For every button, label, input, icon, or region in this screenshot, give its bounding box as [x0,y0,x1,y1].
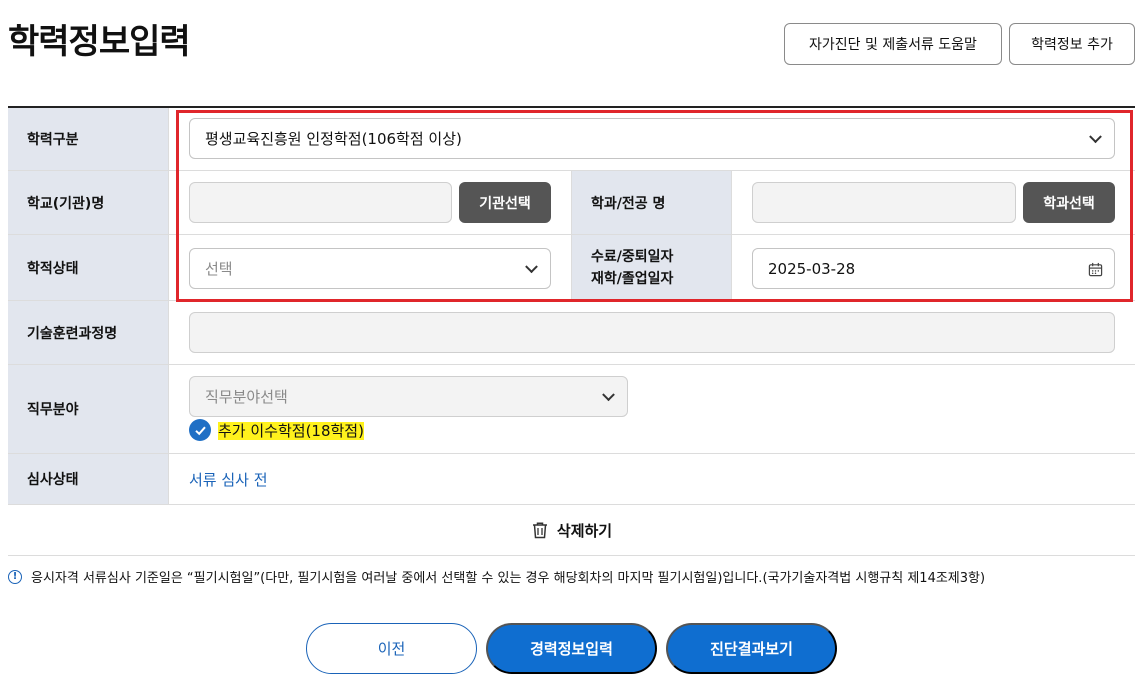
date-input[interactable]: 2025-03-28 [752,248,1115,289]
school-row: 학교(기관)명 기관선택 학과/전공 명 학과선택 [8,171,1135,235]
job-field-select[interactable]: 직무분야선택 [189,376,628,417]
trash-icon [532,522,547,539]
extra-credit-label: 추가 이수학점(18학점) [218,420,364,441]
major-name-input[interactable] [752,182,1016,223]
school-label: 학교(기관)명 [8,171,169,234]
status-row: 학적상태 선택 수료/중퇴일자 재학/졸업일자 2025-03-28 [8,235,1135,301]
education-type-label: 학력구분 [8,108,169,170]
review-row: 심사상태 [8,454,1135,505]
chevron-down-icon [1089,129,1102,143]
major-label: 학과/전공 명 [571,171,732,234]
status-select[interactable]: 선택 [189,248,551,289]
delete-label: 삭제하기 [556,521,613,540]
date-label: 수료/중퇴일자 재학/졸업일자 [571,235,732,300]
calendar-icon[interactable] [1088,262,1103,277]
status-placeholder: 선택 [205,260,233,278]
page-title: 학력정보입력 [8,22,191,62]
notice: ! 응시자격 서류심사 기준일은 “필기시험일”(다만, 필기시험을 여러날 중… [8,567,985,586]
diagnosis-result-button[interactable]: 진단결과보기 [666,623,837,674]
education-type-select[interactable]: 평생교육진흥원 인정학점(106학점 이상) [189,118,1115,159]
review-status-value: 서류 심사 전 [189,471,268,489]
education-form: 학력구분 평생교육진흥원 인정학점(106학점 이상) 학교(기관)명 기관선택… [8,106,1135,505]
education-type-row: 학력구분 평생교육진흥원 인정학점(106학점 이상) [8,108,1135,171]
extra-credit-checkbox[interactable]: 추가 이수학점(18학점) [189,419,364,441]
info-icon: ! [8,569,22,584]
select-major-button[interactable]: 학과선택 [1023,182,1115,223]
status-label: 학적상태 [8,235,169,300]
date-value: 2025-03-28 [768,259,856,278]
date-label-line2: 재학/졸업일자 [591,270,674,287]
job-field-placeholder: 직무분야선택 [205,388,288,406]
notice-text: 응시자격 서류심사 기준일은 “필기시험일”(다만, 필기시험을 여러날 중에서… [31,571,986,586]
career-info-button[interactable]: 경력정보입력 [486,623,657,674]
select-institution-button[interactable]: 기관선택 [459,182,551,223]
help-button[interactable]: 자가진단 및 제출서류 도움말 [784,23,1002,65]
extra-credit-text: 추가 이수학점(18학점) [218,421,364,440]
review-label: 심사상태 [8,454,169,504]
check-icon [189,419,211,441]
training-course-input[interactable] [189,312,1115,353]
chevron-down-icon [525,259,538,273]
training-row: 기술훈련과정명 [8,301,1135,365]
job-field-row: 직무분야 직무분야선택 [8,365,1135,454]
training-label: 기술훈련과정명 [8,301,169,364]
delete-button[interactable]: 삭제하기 [8,505,1135,556]
date-label-line1: 수료/중퇴일자 [591,248,674,265]
education-type-value: 평생교육진흥원 인정학점(106학점 이상) [205,130,462,148]
prev-button[interactable]: 이전 [306,623,477,674]
job-field-label: 직무분야 [8,365,169,453]
chevron-down-icon [602,387,615,401]
school-name-input[interactable] [189,182,452,223]
add-education-button[interactable]: 학력정보 추가 [1009,23,1135,65]
